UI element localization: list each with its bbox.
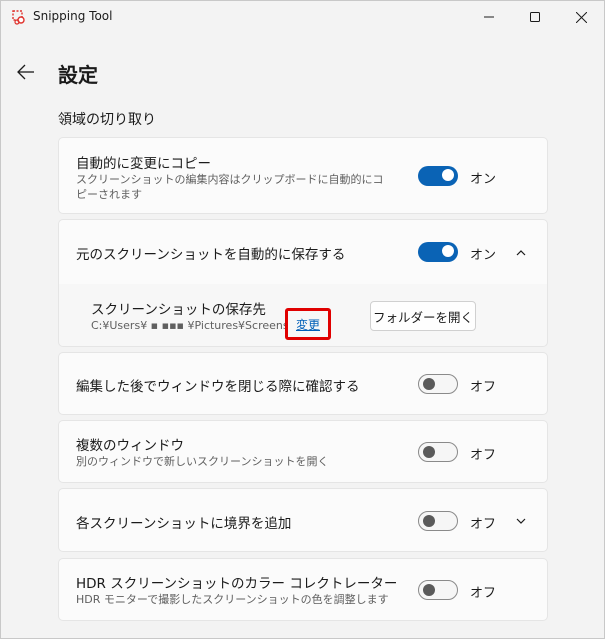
app-title: Snipping Tool — [33, 9, 113, 23]
toggle-state-label: オフ — [470, 586, 497, 601]
setting-title: 各スクリーンショットに境界を追加 — [76, 516, 292, 532]
setting-title: 自動的に変更にコピー — [76, 156, 211, 172]
title-bar: Snipping Tool — [1, 1, 604, 33]
setting-title: 編集した後でウィンドウを閉じる際に確認する — [76, 379, 360, 395]
save-location-row: スクリーンショットの保存先 C:¥Users¥ ▪ ▪▪▪ ¥Pictures¥… — [58, 284, 548, 347]
setting-description: 別のウィンドウで新しいスクリーンショットを開く — [76, 455, 329, 468]
setting-description: スクリーンショットの編集内容はクリップボードに自動的にコピーされます — [76, 173, 384, 201]
setting-title: 元のスクリーンショットを自動的に保存する — [76, 247, 346, 263]
page-title: 設定 — [58, 63, 98, 87]
snipping-tool-icon — [11, 9, 27, 25]
setting-auto-save[interactable]: 元のスクリーンショットを自動的に保存する オン — [58, 219, 548, 285]
setting-auto-copy: 自動的に変更にコピー スクリーンショットの編集内容はクリップボードに自動的にコピ… — [58, 137, 548, 214]
back-button[interactable] — [13, 59, 39, 85]
section-title: 領域の切り取り — [58, 112, 156, 128]
add-border-toggle[interactable] — [418, 511, 458, 531]
app-window: Snipping Tool 設定 領域の切り取り 自動的に変更にコピー スクリー… — [0, 0, 605, 639]
toggle-state-label: オフ — [470, 380, 497, 395]
chevron-up-icon[interactable] — [515, 247, 527, 259]
chevron-down-icon[interactable] — [515, 515, 527, 527]
setting-hdr: HDR スクリーンショットのカラー コレクトレーター HDR モニターで撮影した… — [58, 558, 548, 621]
setting-title: HDR スクリーンショットのカラー コレクトレーター — [76, 576, 398, 592]
save-location-title: スクリーンショットの保存先 — [91, 302, 266, 318]
setting-multiple-windows: 複数のウィンドウ 別のウィンドウで新しいスクリーンショットを開く オフ — [58, 420, 548, 483]
auto-copy-toggle[interactable] — [418, 166, 458, 186]
toggle-state-label: オフ — [470, 448, 497, 463]
back-arrow-icon — [17, 64, 34, 80]
multiple-windows-toggle[interactable] — [418, 442, 458, 462]
setting-description: HDR モニターで撮影したスクリーンショットの色を調整します — [76, 593, 389, 606]
setting-title: 複数のウィンドウ — [76, 438, 184, 454]
confirm-close-toggle[interactable] — [418, 374, 458, 394]
toggle-state-label: オン — [470, 248, 497, 263]
minimize-button[interactable] — [466, 1, 512, 33]
toggle-state-label: オフ — [470, 517, 497, 532]
setting-add-border[interactable]: 各スクリーンショットに境界を追加 オフ — [58, 488, 548, 552]
save-location-path: C:¥Users¥ ▪ ▪▪▪ ¥Pictures¥Screenshots — [91, 319, 313, 332]
toggle-state-label: オン — [470, 172, 497, 187]
hdr-toggle[interactable] — [418, 580, 458, 600]
maximize-button[interactable] — [512, 1, 558, 33]
close-button[interactable] — [558, 1, 604, 33]
auto-save-toggle[interactable] — [418, 242, 458, 262]
change-location-link[interactable]: 変更 — [285, 308, 331, 340]
change-link-label: 変更 — [295, 317, 320, 332]
open-folder-button[interactable]: フォルダーを開く — [370, 301, 476, 331]
setting-confirm-close: 編集した後でウィンドウを閉じる際に確認する オフ — [58, 352, 548, 415]
